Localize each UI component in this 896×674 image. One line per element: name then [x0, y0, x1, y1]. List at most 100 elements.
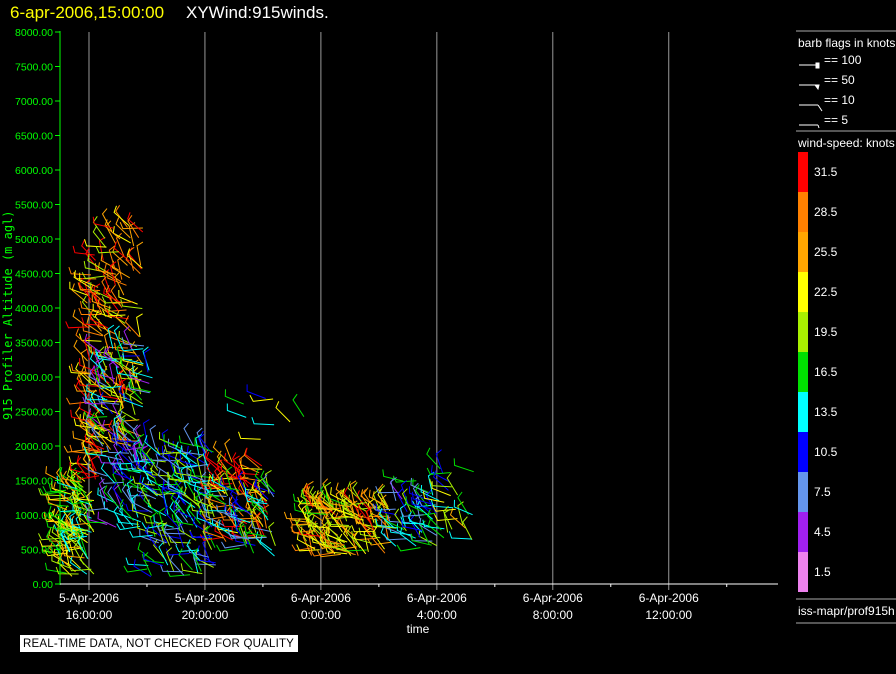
wind-barb — [275, 401, 291, 423]
wind-barb — [426, 447, 441, 470]
colorbar-label: 25.5 — [814, 245, 838, 259]
y-tick-label: 3000.00 — [15, 372, 53, 384]
colorbar-label: 1.5 — [814, 565, 831, 579]
colorbar-swatch — [798, 552, 808, 592]
x-tick-time: 20:00:00 — [182, 608, 229, 622]
wind-barb — [115, 205, 128, 228]
x-tick-date: 6-Apr-2006 — [639, 591, 699, 605]
data-source: iss-mapr/prof915h — [798, 604, 895, 618]
x-tick-time: 12:00:00 — [645, 608, 692, 622]
wind-barb — [121, 507, 141, 523]
colorbar-label: 7.5 — [814, 485, 831, 499]
x-tick-date: 6-Apr-2006 — [523, 591, 583, 605]
wind-barb — [83, 260, 106, 273]
wind-barb — [462, 516, 473, 541]
wind-barb — [238, 431, 261, 440]
x-tick-time: 8:00:00 — [533, 608, 573, 622]
colorbar-swatch — [798, 232, 808, 272]
wind-barb — [149, 424, 157, 449]
y-tick-label: 0.00 — [33, 579, 54, 591]
wind-barb — [246, 384, 266, 399]
chart-title: XYWind:915winds. — [186, 3, 329, 22]
colorbar-swatch — [798, 512, 808, 552]
wind-barb — [443, 508, 451, 533]
wind-barb — [72, 245, 95, 256]
legend: barb flags in knots == 100 == 50 == 10 =… — [796, 30, 896, 624]
colorbar-label: 10.5 — [814, 445, 838, 459]
colorbar-swatch — [798, 312, 808, 352]
x-tick-date: 5-Apr-2006 — [59, 591, 119, 605]
wind-barb — [446, 472, 459, 496]
wind-barb — [123, 393, 144, 408]
y-tick-label: 5000.00 — [15, 234, 53, 246]
barb-legend-50: == 50 — [824, 73, 855, 87]
speed-legend-title: wind-speed: knots — [797, 136, 895, 150]
wind-barb — [98, 319, 118, 335]
colorbar-swatch — [798, 192, 808, 232]
y-tick-label: 4500.00 — [15, 269, 53, 281]
y-tick-label: 1000.00 — [15, 510, 53, 522]
colorbar-label: 22.5 — [814, 285, 838, 299]
y-tick-label: 7000.00 — [15, 96, 53, 108]
wind-barb — [400, 509, 424, 517]
y-tick-label: 7500.00 — [15, 62, 53, 74]
wind-barb — [180, 465, 188, 490]
colorbar-swatch — [798, 472, 808, 512]
wind-barb — [178, 548, 193, 571]
barb-legend-5: == 5 — [824, 113, 848, 127]
y-axis-label: 915 Profiler Altitude (m agl) — [1, 210, 15, 420]
y-tick-label: 4000.00 — [15, 303, 53, 315]
y-tick-label: 3500.00 — [15, 338, 53, 350]
wind-barb — [101, 276, 112, 300]
x-tick-date: 6-Apr-2006 — [291, 591, 351, 605]
y-tick-label: 6500.00 — [15, 131, 53, 143]
wind-barbs — [38, 205, 474, 578]
speed-colorbar: 31.5 28.5 25.5 22.5 19.5 16.5 13.5 10.5 7.5 4.5 1.… — [798, 152, 838, 592]
colorbar-swatch — [798, 352, 808, 392]
wind-barb-chart: 6-apr-2006,15:00:00 XYWind:915winds. 0.0… — [1, 3, 896, 636]
colorbar-label: 28.5 — [814, 205, 838, 219]
wind-barb — [396, 544, 421, 552]
wind-barb — [251, 417, 275, 426]
colorbar-swatch — [798, 272, 808, 312]
wind-barb — [76, 456, 90, 480]
wind-barb — [249, 394, 274, 402]
x-tick-date: 5-Apr-2006 — [175, 591, 235, 605]
wind-barb — [142, 419, 150, 443]
wind-barb — [426, 467, 451, 475]
wind-barb — [422, 519, 445, 530]
barb-legend-title: barb flags in knots — [798, 36, 895, 50]
wind-barb — [268, 522, 276, 546]
wind-barb — [143, 348, 151, 373]
wind-barb — [166, 547, 175, 572]
x-axis-label: time — [407, 622, 430, 636]
wind-barb — [101, 296, 126, 304]
y-tick-label: 6000.00 — [15, 165, 53, 177]
wind-barb — [115, 310, 132, 332]
wind-barb — [136, 241, 144, 266]
wind-barb — [399, 527, 417, 547]
x-tick-time: 16:00:00 — [66, 608, 113, 622]
wind-barb — [80, 348, 88, 373]
y-ticks: 0.00 500.00 1000.00 1500.00 2000.00 2500.00 30… — [15, 27, 60, 591]
quality-notice: REAL-TIME DATA, NOT CHECKED FOR QUALITY — [20, 635, 299, 652]
barb-legend-symbols — [799, 62, 823, 129]
wind-barb — [72, 309, 90, 329]
wind-barb — [123, 326, 133, 350]
y-tick-label: 1500.00 — [15, 476, 53, 488]
header-datetime: 6-apr-2006,15:00:00 — [10, 3, 164, 22]
wind-barb — [81, 272, 106, 280]
colorbar-label: 16.5 — [814, 365, 838, 379]
wind-barb — [84, 239, 107, 248]
colorbar-label: 19.5 — [814, 325, 838, 339]
wind-barb — [113, 325, 123, 350]
wind-barb — [122, 352, 144, 365]
x-tick-date: 6-Apr-2006 — [407, 591, 467, 605]
x-tick-time: 0:00:00 — [301, 608, 341, 622]
colorbar-swatch — [798, 152, 808, 192]
colorbar-swatch — [798, 392, 808, 432]
wind-barb — [449, 508, 466, 529]
colorbar-label: 4.5 — [814, 525, 831, 539]
wind-barb — [69, 555, 88, 575]
y-tick-label: 8000.00 — [15, 27, 53, 39]
